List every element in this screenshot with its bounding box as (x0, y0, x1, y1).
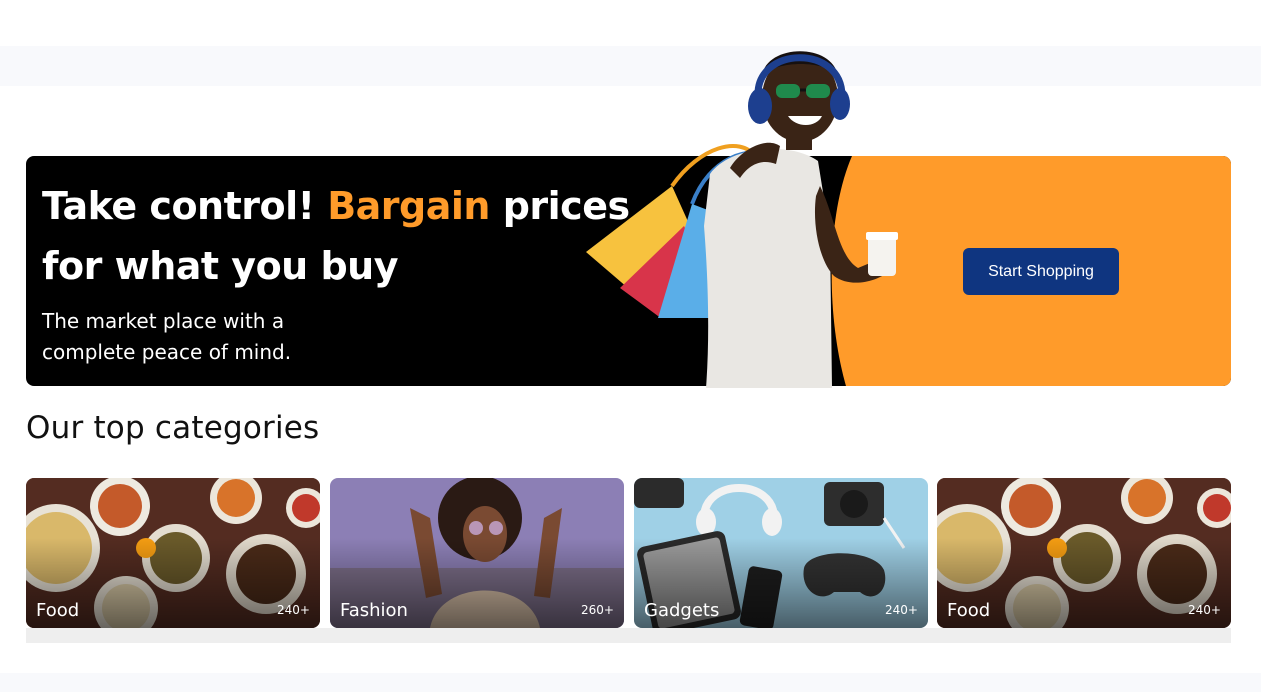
categories-list: Food 240+ Fashion 260+ Gadgets 240+ Food… (26, 478, 1231, 628)
category-count: 260+ (581, 603, 614, 617)
categories-scroll-track (26, 628, 1231, 643)
bottom-band (0, 673, 1261, 692)
hero-title: Take control! Bargain prices for what yo… (42, 184, 630, 288)
category-card-fashion[interactable]: Fashion 260+ (330, 478, 624, 628)
category-count: 240+ (885, 603, 918, 617)
category-label: Food (36, 600, 80, 621)
category-card-gadgets[interactable]: Gadgets 240+ (634, 478, 928, 628)
category-card-food[interactable]: Food 240+ (937, 478, 1231, 628)
category-card-food[interactable]: Food 240+ (26, 478, 320, 628)
category-label: Gadgets (644, 600, 720, 621)
hero-title-accent: Bargain (327, 184, 490, 228)
section-title-top-categories: Our top categories (26, 410, 320, 446)
shopper-illustration (586, 51, 898, 388)
category-count: 240+ (1188, 603, 1221, 617)
category-label: Fashion (340, 600, 408, 621)
start-shopping-button[interactable]: Start Shopping (963, 248, 1119, 295)
category-count: 240+ (277, 603, 310, 617)
category-label: Food (947, 600, 991, 621)
hero-subtitle: The market place with a complete peace o… (42, 309, 292, 364)
